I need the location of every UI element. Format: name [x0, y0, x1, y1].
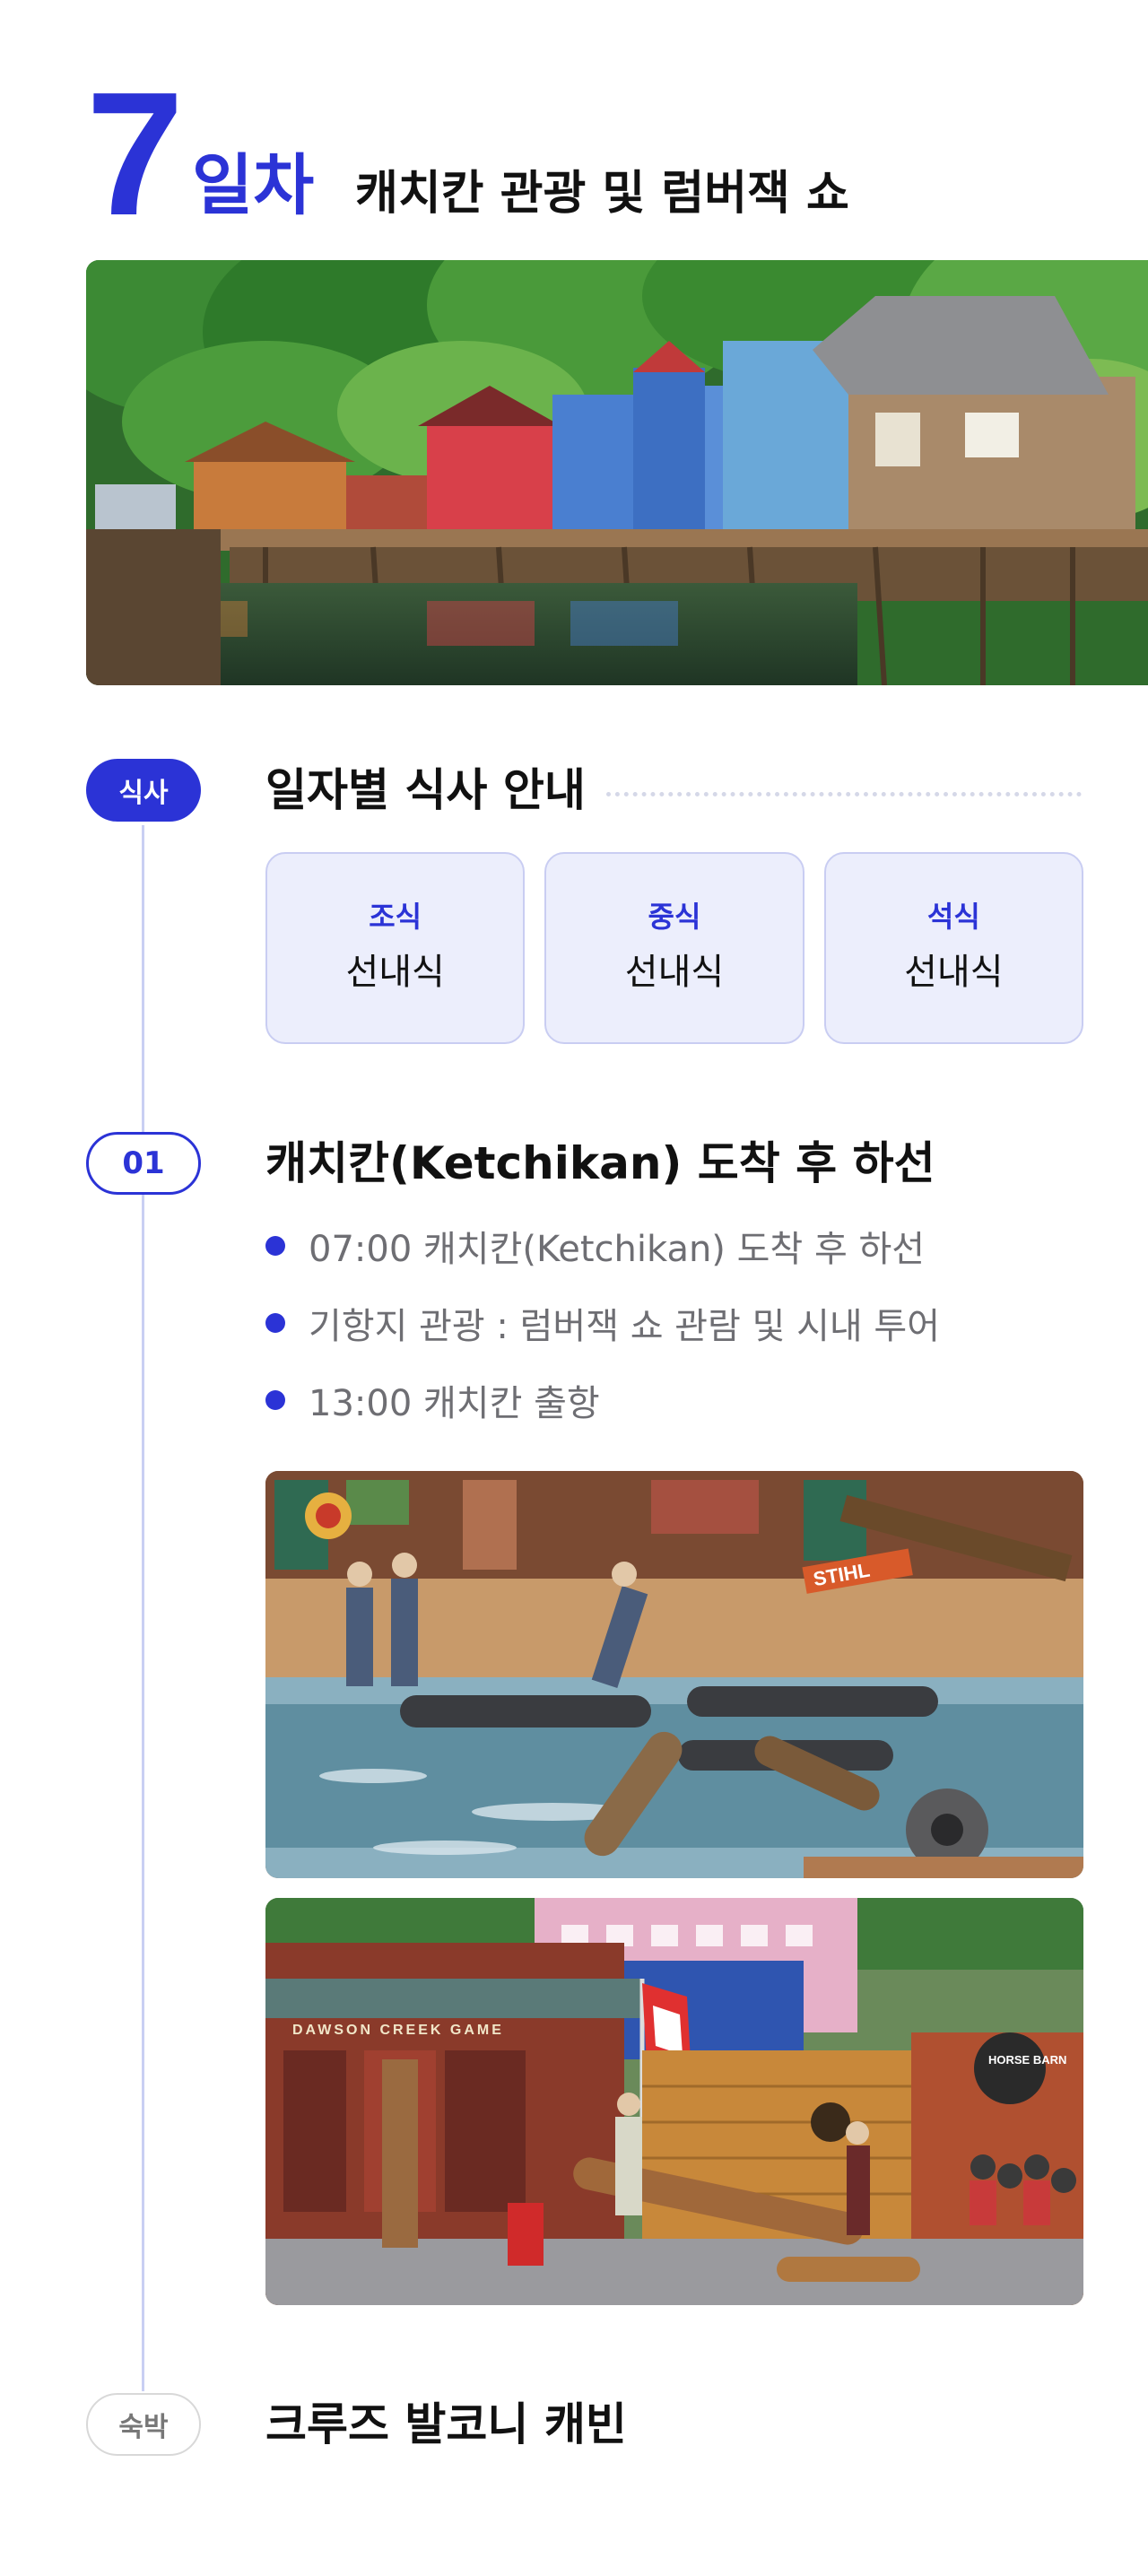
meal-value: 선내식 [904, 952, 1004, 993]
bullet-dot-icon [265, 1236, 285, 1256]
meal-section-title: 일자별 식사 안내 [265, 764, 586, 816]
day-header: 7 일차 캐치칸 관광 및 럼버잭 쇼 [86, 56, 1118, 252]
schedule-bullet-list: 07:00 캐치칸(Ketchikan) 도착 후 하선 기항지 관광 : 럼버… [265, 1207, 1091, 1439]
list-item: 13:00 캐치칸 출항 [265, 1362, 1091, 1439]
meal-card-lunch: 중식 선내식 [544, 852, 804, 1044]
meal-card-breakfast: 조식 선내식 [265, 852, 526, 1044]
bullet-dot-icon [265, 1313, 285, 1333]
bullet-text: 기항지 관광 : 럼버잭 쇼 관람 및 시내 투어 [309, 1306, 940, 1347]
bullet-text: 13:00 캐치칸 출항 [309, 1383, 600, 1424]
meal-value: 선내식 [345, 952, 445, 993]
schedule-title: 캐치칸(Ketchikan) 도착 후 하선 [265, 1137, 935, 1189]
meal-pill-badge: 식사 [86, 759, 201, 822]
list-item: 기항지 관광 : 럼버잭 쇼 관람 및 시내 투어 [265, 1284, 1091, 1362]
day-word: 일차 [192, 147, 315, 224]
stay-title: 크루즈 발코니 캐빈 [265, 2398, 627, 2450]
meal-value: 선내식 [624, 952, 725, 993]
stay-pill-badge: 숙박 [86, 2393, 201, 2456]
timeline-line [142, 825, 144, 2391]
meal-label: 조식 [369, 900, 422, 934]
hero-image-creek-street [86, 260, 1148, 685]
bullet-text: 07:00 캐치칸(Ketchikan) 도착 후 하선 [309, 1229, 926, 1270]
page-title: 캐치칸 관광 및 럼버잭 쇼 [355, 167, 849, 221]
meal-cards: 조식 선내식 중식 선내식 석식 선내식 [265, 852, 1083, 1044]
lumberjack-show-photo-2: DAWSON CREEK GAME HORSE BARN [265, 1898, 1083, 2305]
list-item: 07:00 캐치칸(Ketchikan) 도착 후 하선 [265, 1207, 1091, 1284]
schedule-step-badge: 01 [86, 1132, 201, 1195]
dotted-divider [606, 792, 1082, 796]
lumberjack-stage-illustration: DAWSON CREEK GAME HORSE BARN [265, 1898, 1083, 2305]
log-rolling-illustration: STIHL [265, 1471, 1083, 1878]
day-number: 7 [86, 56, 184, 252]
meal-card-dinner: 석식 선내식 [823, 852, 1083, 1044]
meal-label: 석식 [926, 900, 980, 934]
hero-illustration [86, 260, 1148, 685]
dawson-creek-sign: DAWSON CREEK GAME [292, 2023, 504, 2038]
lumberjack-show-photo-1: STIHL [265, 1471, 1083, 1878]
horse-barn-sign: HORSE BARN [988, 2053, 1066, 2067]
bullet-dot-icon [265, 1390, 285, 1410]
meal-label: 중식 [648, 900, 701, 934]
